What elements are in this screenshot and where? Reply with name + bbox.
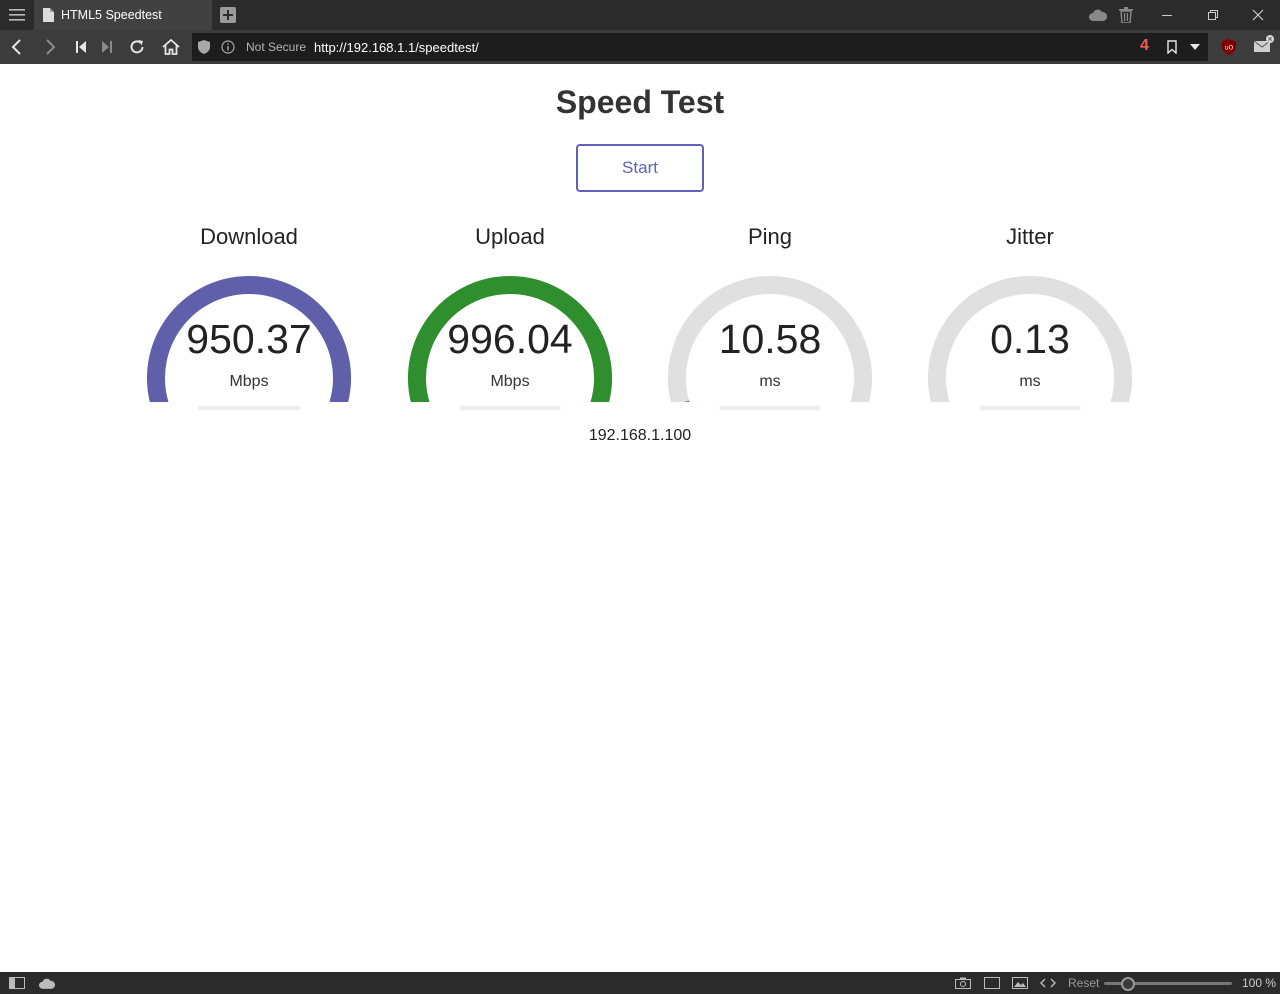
menu-button[interactable] xyxy=(0,0,34,30)
zoom-level: 100 % xyxy=(1242,976,1277,990)
chevron-left-icon xyxy=(11,39,21,55)
forward-button[interactable] xyxy=(40,38,60,56)
minimize-icon xyxy=(1162,15,1172,16)
hamburger-icon xyxy=(9,9,25,21)
gauge-download: Download 950.37 Mbps xyxy=(129,224,369,424)
gauge-label: Jitter xyxy=(1006,224,1054,249)
restore-icon xyxy=(1208,10,1218,20)
info-icon[interactable] xyxy=(221,40,235,54)
url-dropdown-button[interactable] xyxy=(1185,38,1205,56)
fast-forward-button[interactable] xyxy=(97,38,117,56)
camera-icon xyxy=(955,977,971,989)
zoom-slider-thumb[interactable] xyxy=(1121,977,1135,991)
gauge-unit: ms xyxy=(759,373,781,390)
chevron-right-icon xyxy=(46,39,56,55)
page-icon xyxy=(43,8,54,22)
gauge-value: 0.13 xyxy=(990,316,1070,362)
start-button[interactable]: Start xyxy=(576,144,704,192)
reload-icon xyxy=(130,40,144,54)
gauge-label: Download xyxy=(200,224,298,249)
rewind-button[interactable] xyxy=(71,38,91,56)
home-icon xyxy=(162,39,180,55)
ublock-icon: uO xyxy=(1222,39,1236,55)
page-title: Speed Test xyxy=(555,84,725,120)
minimize-button[interactable] xyxy=(1158,6,1176,24)
plus-icon xyxy=(220,7,236,23)
page-actions-button[interactable] xyxy=(1040,976,1056,990)
status-bar: Reset 100 % xyxy=(0,972,1280,994)
code-icon xyxy=(1040,978,1056,988)
cloud-icon xyxy=(39,978,55,989)
capture-button[interactable] xyxy=(955,976,971,990)
client-ip: 192.168.1.100 xyxy=(588,427,692,444)
cloud-icon xyxy=(1089,9,1107,21)
trash-icon xyxy=(1119,7,1133,23)
gauge-value: 996.04 xyxy=(447,316,573,362)
gauge-progress-bar xyxy=(979,406,1081,410)
restore-button[interactable] xyxy=(1204,6,1222,24)
shield-icon[interactable] xyxy=(198,40,212,54)
trash-button[interactable] xyxy=(1117,6,1135,24)
tiling-button[interactable] xyxy=(984,976,1000,990)
close-window-button[interactable] xyxy=(1249,6,1267,24)
url-text[interactable]: http://192.168.1.1/speedtest/ xyxy=(314,40,479,55)
tab-bar: HTML5 Speedtest xyxy=(0,0,1280,30)
back-button[interactable] xyxy=(7,38,27,56)
gauge-value: 10.58 xyxy=(718,316,822,362)
tab-active[interactable]: HTML5 Speedtest xyxy=(34,0,212,30)
image-icon xyxy=(1012,977,1028,989)
home-button[interactable] xyxy=(161,38,181,56)
gauge-upload: Upload 996.04 Mbps xyxy=(390,224,630,424)
gauge-unit: Mbps xyxy=(229,373,269,390)
zoom-reset-button[interactable]: Reset xyxy=(1068,976,1099,990)
close-icon xyxy=(1252,9,1264,21)
gauge-label: Ping xyxy=(747,224,793,249)
fast-forward-icon xyxy=(102,41,112,53)
mail-icon xyxy=(1253,35,1274,52)
ublock-button[interactable]: uO xyxy=(1219,38,1239,56)
not-secure-label[interactable]: Not Secure xyxy=(246,40,306,54)
gauge-label: Upload xyxy=(475,224,545,249)
panel-icon xyxy=(9,977,25,989)
gauge-progress-bar xyxy=(719,406,821,410)
bookmark-button[interactable] xyxy=(1162,38,1182,56)
gauge-progress-bar xyxy=(459,406,561,410)
reload-button[interactable] xyxy=(127,38,147,56)
tab-title: HTML5 Speedtest xyxy=(61,8,162,22)
gauge-value: 950.37 xyxy=(186,316,312,362)
sync-status-button[interactable] xyxy=(39,976,55,990)
gauge-ping: Ping 10.58 ms xyxy=(650,224,890,424)
rewind-icon xyxy=(76,41,86,53)
panel-toggle-button[interactable] xyxy=(9,976,25,990)
gauge-jitter: Jitter 0.13 ms xyxy=(910,224,1150,424)
bookmark-icon xyxy=(1167,40,1177,54)
gauge-unit: Mbps xyxy=(490,373,530,390)
blocked-count-badge[interactable]: 4 xyxy=(1140,37,1149,55)
svg-text:uO: uO xyxy=(1225,45,1234,52)
window-icon xyxy=(984,977,1000,989)
images-button[interactable] xyxy=(1012,976,1028,990)
mail-button[interactable] xyxy=(1252,35,1276,54)
chevron-down-icon xyxy=(1190,44,1200,50)
new-tab-button[interactable] xyxy=(219,6,237,24)
gauge-unit: ms xyxy=(1019,373,1041,390)
gauge-progress-bar xyxy=(198,406,300,410)
sync-button[interactable] xyxy=(1089,6,1107,24)
